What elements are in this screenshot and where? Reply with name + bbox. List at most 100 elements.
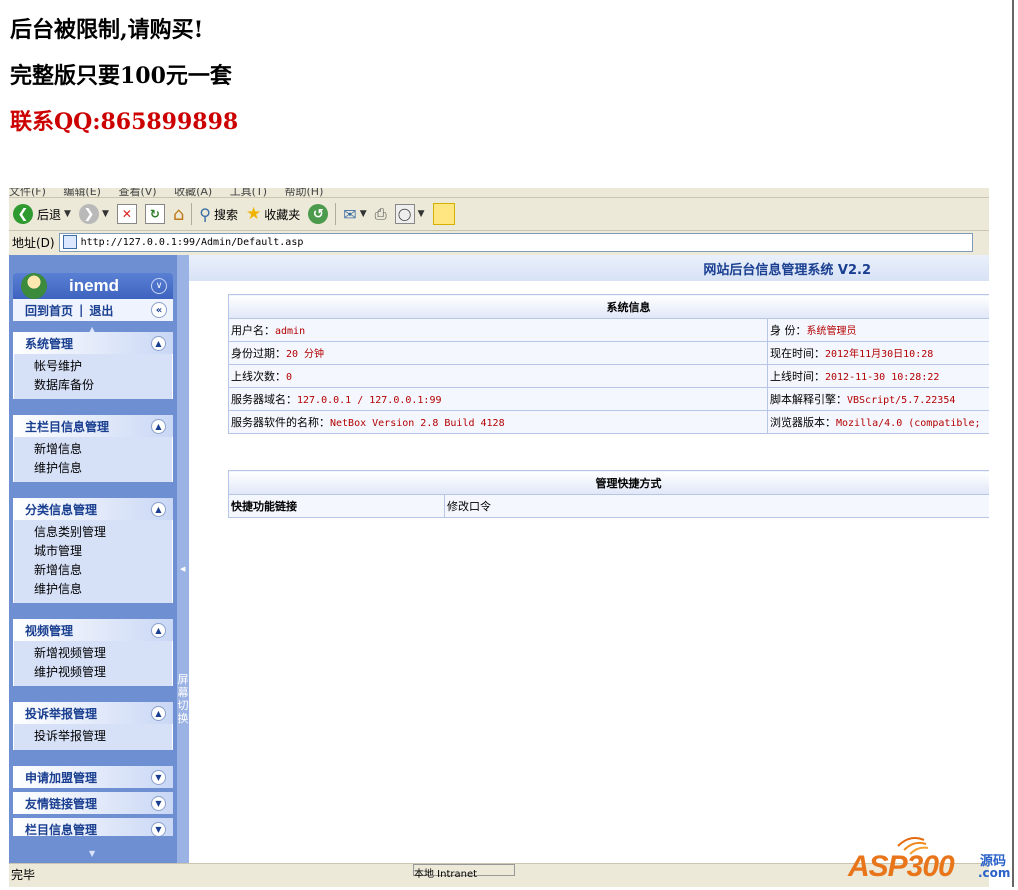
menu-file[interactable]: 文件(F): [9, 188, 46, 197]
collapse-all-icon[interactable]: ∨: [151, 278, 167, 294]
sidebar-top-nav: 回到首页 | 退出 «: [13, 299, 173, 321]
menu-section-header[interactable]: 申请加盟管理 ▼: [13, 766, 173, 788]
field-label: 身 份：: [770, 324, 807, 337]
back-button-label: 后退: [37, 207, 62, 222]
section-items: 投诉举报管理: [13, 724, 173, 750]
home-link[interactable]: 回到首页: [25, 302, 73, 319]
menu-item[interactable]: 信息类别管理: [14, 523, 172, 542]
refresh-button[interactable]: ↻: [144, 204, 165, 224]
toolbar-separator: [335, 203, 337, 225]
menu-item[interactable]: 城市管理: [14, 542, 172, 561]
favorites-button[interactable]: ★ 收藏夹: [246, 204, 300, 224]
forward-arrow-icon: ❯: [78, 204, 99, 224]
sidebar-logo-bar: inemd ∨: [13, 273, 173, 299]
field-value: Mozilla/4.0 (compatible;: [836, 418, 981, 429]
menu-item[interactable]: 数据库备份: [14, 376, 172, 395]
chevron-up-icon[interactable]: ▲: [151, 335, 166, 351]
menu-section-header[interactable]: 系统管理 ▲: [13, 332, 173, 354]
browser-status-bar: 完毕 本地 Intranet: [9, 863, 989, 887]
menu-edit[interactable]: 编辑(E): [63, 188, 101, 197]
menu-section-friend-links: 友情链接管理 ▼: [13, 792, 173, 814]
notes-button[interactable]: [432, 203, 455, 225]
field-value: 2012年11月30日10:28: [825, 349, 934, 360]
back-dropdown-icon[interactable]: ▼: [64, 209, 71, 219]
field-value: NetBox Version 2.8 Build 4128: [330, 418, 505, 429]
field-label: 服务器软件的名称：: [231, 416, 330, 429]
section-title: 投诉举报管理: [25, 706, 98, 721]
window-right-border: [1012, 0, 1014, 887]
collapse-left-icon[interactable]: ◀: [180, 565, 185, 573]
table-header: 系统信息: [228, 294, 989, 319]
shortcut-label: 快捷功能链接: [228, 494, 445, 518]
menu-section-header[interactable]: 视频管理 ▲: [13, 619, 173, 641]
forward-dropdown-icon[interactable]: ▼: [102, 209, 109, 219]
section-title: 申请加盟管理: [25, 770, 98, 785]
chevron-up-icon[interactable]: ▲: [151, 622, 166, 638]
menu-item[interactable]: 新增信息: [14, 440, 172, 459]
double-left-arrow-icon[interactable]: «: [151, 302, 167, 318]
stop-icon: ✕: [116, 204, 137, 224]
menu-section-header[interactable]: 分类信息管理 ▲: [13, 498, 173, 520]
table-header: 管理快捷方式: [228, 470, 989, 495]
menu-section-main-column: 主栏目信息管理 ▲ 新增信息 维护信息: [13, 415, 173, 482]
field-label: 用户名：: [231, 324, 275, 337]
section-title: 友情链接管理: [25, 796, 98, 811]
menu-item[interactable]: 维护信息: [14, 459, 172, 478]
scroll-down-icon[interactable]: ▼: [89, 849, 95, 858]
mail-dropdown-icon[interactable]: ▼: [360, 209, 367, 219]
mail-icon: ✉: [343, 204, 357, 224]
section-title: 栏目信息管理: [25, 822, 98, 837]
edit-button[interactable]: ◯ ▼: [394, 204, 425, 224]
menu-section-header[interactable]: 友情链接管理 ▼: [13, 792, 173, 814]
search-button[interactable]: ⚲ 搜索: [199, 205, 238, 224]
notice-contact-qq: 联系QQ:865899898: [10, 109, 239, 135]
notice-line-1: 后台被限制,请购买!: [10, 17, 204, 43]
menu-section-header[interactable]: 投诉举报管理 ▲: [13, 702, 173, 724]
menu-item[interactable]: 维护信息: [14, 580, 172, 599]
star-icon: ★: [246, 204, 262, 224]
menu-favorites[interactable]: 收藏(A): [174, 188, 212, 197]
change-password-link[interactable]: 修改口令: [444, 494, 989, 518]
print-button[interactable]: ⎙: [375, 205, 387, 223]
logout-link[interactable]: 退出: [89, 302, 113, 319]
section-title: 视频管理: [25, 623, 74, 638]
menu-section-header[interactable]: 主栏目信息管理 ▲: [13, 415, 173, 437]
menu-item[interactable]: 新增视频管理: [14, 644, 172, 663]
search-button-label: 搜索: [214, 207, 239, 222]
menu-section-header[interactable]: 栏目信息管理 ▼: [13, 818, 173, 836]
field-value: 系统管理员: [806, 326, 857, 337]
chevron-down-icon[interactable]: ▼: [151, 795, 166, 811]
back-button[interactable]: ❮ 后退 ▼: [13, 204, 71, 224]
chevron-down-icon[interactable]: ▼: [151, 821, 166, 836]
menu-item[interactable]: 投诉举报管理: [14, 727, 172, 746]
status-zone-pane: 本地 Intranet: [413, 864, 515, 880]
field-label: 现在时间：: [770, 347, 825, 360]
menu-item[interactable]: 新增信息: [14, 561, 172, 580]
home-button[interactable]: ⌂: [173, 204, 184, 225]
menu-help[interactable]: 帮助(H): [285, 188, 324, 197]
chevron-up-icon[interactable]: ▲: [151, 501, 166, 517]
note-icon: [432, 203, 455, 225]
menu-section-classified: 分类信息管理 ▲ 信息类别管理 城市管理 新增信息 维护信息: [13, 498, 173, 603]
menu-section-franchise: 申请加盟管理 ▼: [13, 766, 173, 788]
menu-item[interactable]: 帐号维护: [14, 357, 172, 376]
address-bar: 地址(D) http://127.0.0.1:99/Admin/Default.…: [9, 231, 989, 253]
history-button[interactable]: ↺: [308, 204, 329, 224]
chevron-down-icon[interactable]: ▼: [151, 769, 166, 785]
edit-dropdown-icon[interactable]: ▼: [418, 209, 425, 219]
chevron-up-icon[interactable]: ▲: [151, 705, 166, 721]
stop-button[interactable]: ✕: [116, 204, 137, 224]
menu-tools[interactable]: 工具(T): [230, 188, 267, 197]
screen-switch-splitter[interactable]: ◀ 屏幕切换: [177, 255, 189, 863]
menu-view[interactable]: 查看(V): [118, 188, 156, 197]
field-label: 上线次数：: [231, 370, 286, 383]
nav-separator: |: [79, 303, 84, 317]
table-row: 服务器域名：127.0.0.1 / 127.0.0.1:99 脚本解释引擎：VB…: [228, 387, 989, 411]
search-icon: ⚲: [199, 204, 212, 224]
address-input[interactable]: http://127.0.0.1:99/Admin/Default.asp: [58, 232, 973, 252]
home-icon: ⌂: [172, 203, 185, 225]
forward-button[interactable]: ❯ ▼: [78, 204, 109, 224]
mail-button[interactable]: ✉ ▼: [343, 205, 366, 224]
chevron-up-icon[interactable]: ▲: [151, 418, 166, 434]
menu-item[interactable]: 维护视频管理: [14, 663, 172, 682]
